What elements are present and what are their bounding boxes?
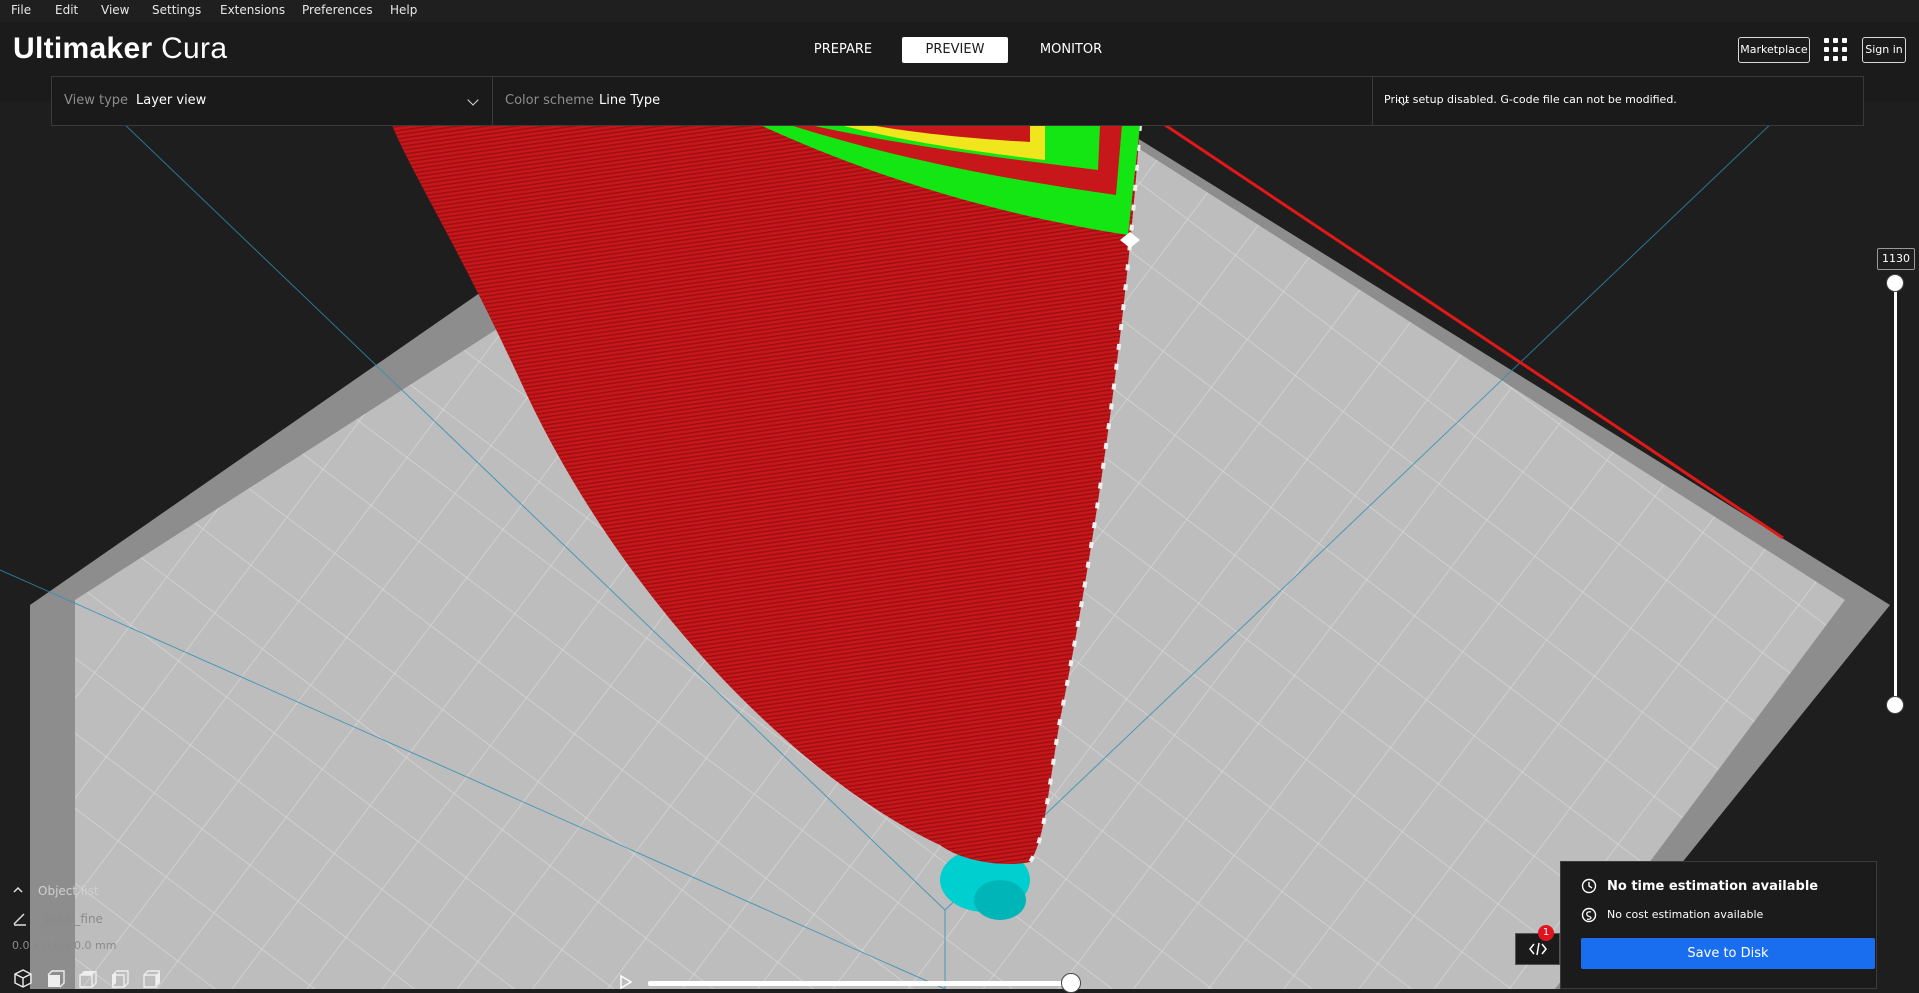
simulation-slider-handle[interactable] <box>1061 973 1081 993</box>
simulation-slider-track[interactable] <box>648 981 1071 986</box>
gcode-viewer-button[interactable] <box>1515 933 1560 965</box>
front-view-icon[interactable] <box>45 968 65 988</box>
chevron-up-icon[interactable] <box>12 885 24 895</box>
left-view-icon[interactable] <box>109 968 129 988</box>
play-icon[interactable] <box>618 974 634 990</box>
divider <box>1372 77 1373 125</box>
top-view-icon[interactable] <box>77 968 97 988</box>
pencil-icon[interactable] <box>12 912 28 926</box>
view-settings-bar: View type Layer view Color scheme Line T… <box>51 76 1864 126</box>
3d-view-icon[interactable] <box>13 968 33 988</box>
object-list-toggle[interactable]: Object list <box>38 884 99 898</box>
marketplace-button[interactable]: Marketplace <box>1738 37 1810 63</box>
print-action-panel: No time estimation available No cost est… <box>1560 861 1877 989</box>
view-type-label: View type <box>64 93 129 108</box>
clock-icon <box>1581 878 1597 894</box>
menu-preferences[interactable]: Preferences <box>302 3 373 17</box>
layer-slider-upper-handle[interactable] <box>1886 274 1904 292</box>
menu-settings[interactable]: Settings <box>152 3 201 17</box>
layer-number-input[interactable]: 1130 <box>1877 248 1915 270</box>
view-type-dropdown[interactable]: View type Layer view <box>52 77 492 125</box>
menu-help[interactable]: Help <box>390 3 417 17</box>
tab-prepare[interactable]: PREPARE <box>800 37 886 63</box>
3d-viewport[interactable] <box>0 0 1919 989</box>
chevron-down-icon <box>467 94 479 106</box>
object-name: petal_fine <box>44 912 103 926</box>
layer-slider-lower-handle[interactable] <box>1886 696 1904 714</box>
cost-icon <box>1581 907 1597 923</box>
right-view-icon[interactable] <box>141 968 161 988</box>
code-icon <box>1529 942 1547 956</box>
menu-bar: File Edit View Settings Extensions Prefe… <box>0 0 1919 22</box>
time-estimation-text: No time estimation available <box>1607 879 1819 894</box>
tab-monitor[interactable]: MONITOR <box>1028 37 1114 63</box>
view-type-value: Layer view <box>136 93 207 108</box>
menu-view[interactable]: View <box>101 3 129 17</box>
save-to-disk-button[interactable]: Save to Disk <box>1581 938 1875 969</box>
notification-badge: 1 <box>1538 925 1554 941</box>
menu-extensions[interactable]: Extensions <box>220 3 285 17</box>
sign-in-button[interactable]: Sign in <box>1862 37 1906 63</box>
color-scheme-dropdown[interactable]: Color scheme Line Type <box>493 77 1423 125</box>
print-setup-message: Print setup disabled. G-code file can no… <box>1384 93 1677 106</box>
tab-preview[interactable]: PREVIEW <box>902 37 1008 63</box>
cost-estimation-text: No cost estimation available <box>1607 908 1764 921</box>
color-scheme-label: Color scheme <box>505 93 594 108</box>
layer-slider-track[interactable] <box>1894 284 1897 704</box>
color-scheme-value: Line Type <box>599 93 661 108</box>
menu-edit[interactable]: Edit <box>55 3 78 17</box>
apps-grid-icon[interactable] <box>1824 38 1848 62</box>
object-dimensions: 0.0 x 0.0 x 0.0 mm <box>12 939 117 952</box>
menu-file[interactable]: File <box>11 3 31 17</box>
app-logo: Ultimaker Cura <box>13 32 228 65</box>
